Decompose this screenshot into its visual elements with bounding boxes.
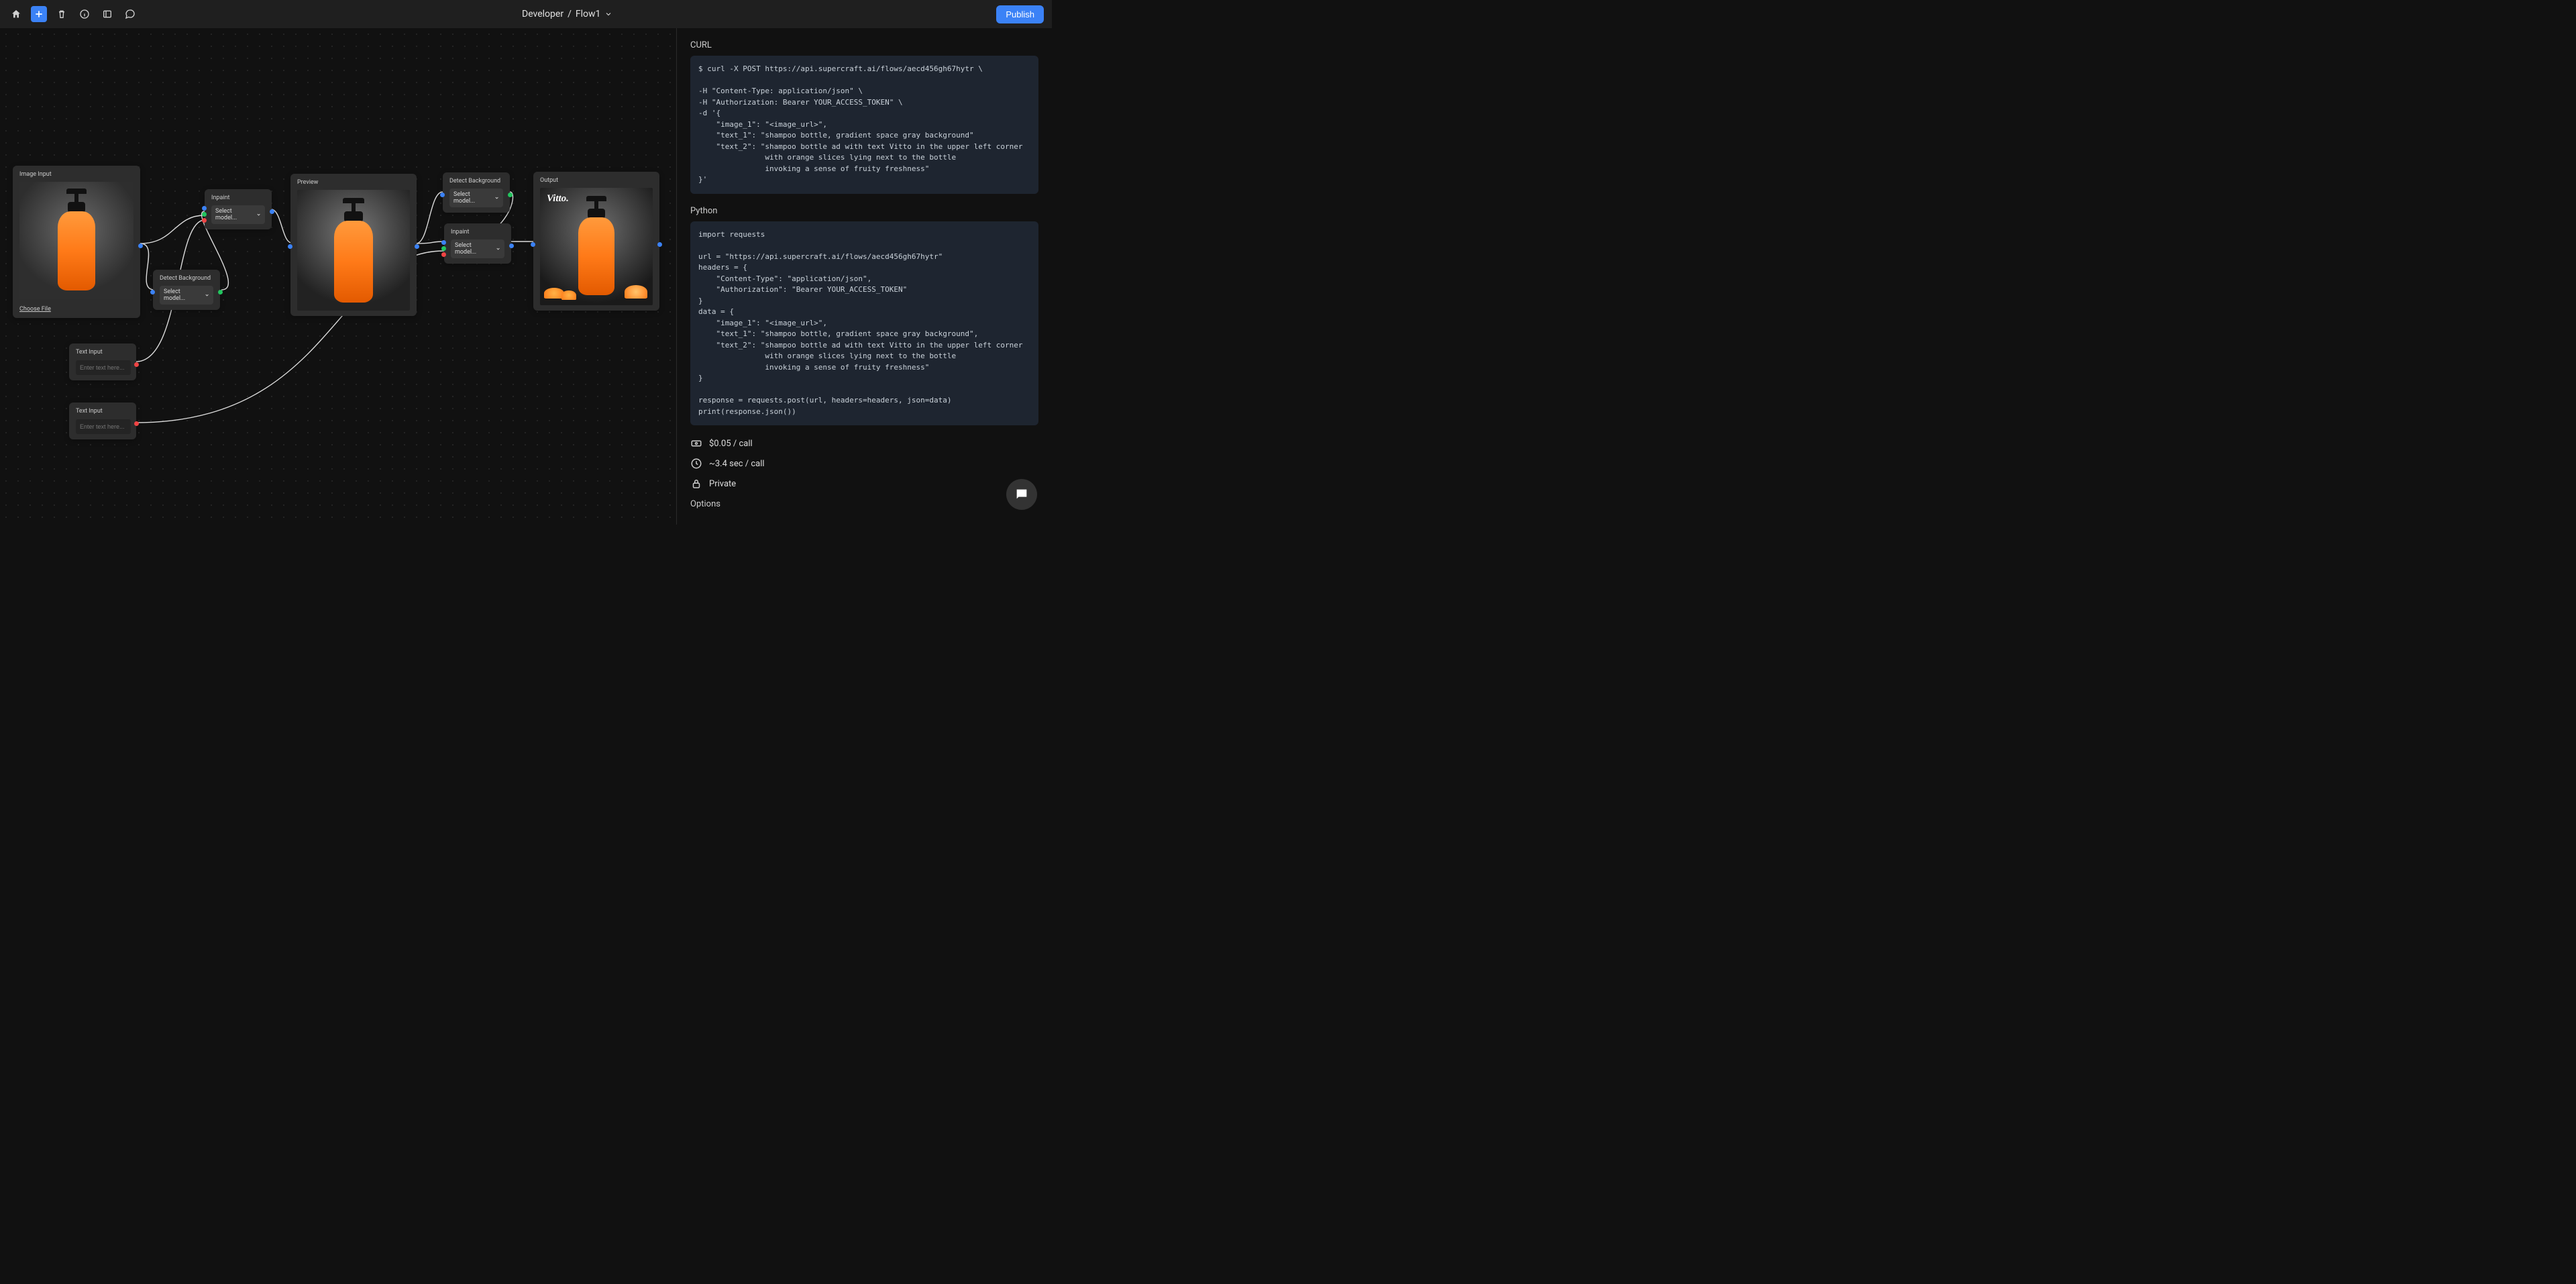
- lock-icon: [690, 478, 702, 490]
- breadcrumb[interactable]: Developer / Flow1: [522, 9, 612, 19]
- breadcrumb-flow: Flow1: [576, 9, 601, 19]
- meta-privacy: Private: [690, 478, 1038, 490]
- node-text-input-1[interactable]: Text Input: [69, 343, 136, 380]
- node-output[interactable]: Output Vitto.: [533, 172, 659, 311]
- node-title: Text Input: [76, 408, 129, 415]
- side-panel: CURL $ curl -X POST https://api.supercra…: [676, 28, 1052, 525]
- python-code-block[interactable]: import requests url = "https://api.super…: [690, 221, 1038, 426]
- node-title: Preview: [297, 179, 410, 186]
- breadcrumb-workspace: Developer: [522, 9, 564, 19]
- chevron-down-icon: [205, 292, 209, 298]
- node-title: Inpaint: [451, 229, 504, 235]
- output-port[interactable]: [508, 193, 513, 197]
- chevron-down-icon: [494, 195, 499, 201]
- publish-button[interactable]: Publish: [996, 5, 1044, 23]
- python-heading: Python: [690, 206, 1038, 216]
- select-model-dropdown[interactable]: Select model...: [211, 205, 265, 224]
- select-model-dropdown[interactable]: Select model...: [160, 286, 213, 305]
- chat-bubble-button[interactable]: [1006, 479, 1037, 510]
- input-port-image[interactable]: [202, 206, 207, 211]
- text-input-field[interactable]: [76, 360, 131, 375]
- node-inpaint-2[interactable]: Inpaint Select model...: [444, 223, 511, 264]
- input-port-mask[interactable]: [441, 246, 446, 251]
- output-port[interactable]: [134, 421, 139, 426]
- node-title: Inpaint: [211, 195, 265, 201]
- output-port[interactable]: [134, 362, 139, 367]
- output-port[interactable]: [218, 290, 223, 295]
- output-port[interactable]: [138, 244, 143, 248]
- output-port[interactable]: [509, 244, 514, 248]
- curl-heading: CURL: [690, 40, 1038, 50]
- node-image-input[interactable]: Image Input Choose File: [13, 166, 140, 318]
- node-inpaint-1[interactable]: Inpaint Select model...: [205, 189, 272, 229]
- input-port-text[interactable]: [441, 252, 446, 257]
- clock-icon: [690, 458, 702, 470]
- node-preview[interactable]: Preview: [290, 174, 417, 316]
- node-detect-bg-1[interactable]: Detect Background Select model...: [153, 270, 220, 310]
- choose-file-link[interactable]: Choose File: [19, 306, 133, 313]
- output-port[interactable]: [415, 244, 419, 249]
- curl-code-block[interactable]: $ curl -X POST https://api.supercraft.ai…: [690, 56, 1038, 194]
- home-icon[interactable]: [8, 6, 24, 22]
- input-port-mask[interactable]: [202, 212, 207, 217]
- node-title: Image Input: [19, 171, 133, 178]
- chevron-down-icon: [496, 246, 500, 252]
- text-input-field[interactable]: [76, 419, 131, 434]
- select-model-dropdown[interactable]: Select model...: [451, 239, 504, 258]
- meta-cost: $0.05 / call: [690, 437, 1038, 449]
- node-title: Output: [540, 177, 653, 184]
- output-port[interactable]: [657, 242, 662, 247]
- select-model-dropdown[interactable]: Select model...: [449, 189, 503, 207]
- add-icon[interactable]: [31, 6, 47, 22]
- chat-icon[interactable]: [122, 6, 138, 22]
- node-title: Detect Background: [160, 275, 213, 282]
- node-detect-bg-2[interactable]: Detect Background Select model...: [443, 172, 510, 213]
- info-icon[interactable]: [76, 6, 93, 22]
- options-heading: Options: [690, 499, 1038, 509]
- chevron-down-icon: [604, 10, 612, 18]
- input-port[interactable]: [440, 193, 445, 197]
- meta-latency: ~3.4 sec / call: [690, 458, 1038, 470]
- node-title: Text Input: [76, 349, 129, 356]
- topbar: Developer / Flow1 Publish: [0, 0, 1052, 28]
- money-icon: [690, 437, 702, 449]
- input-port-image[interactable]: [441, 240, 446, 245]
- input-port[interactable]: [150, 290, 155, 295]
- chat-icon: [1014, 487, 1029, 502]
- output-brand-text: Vitto.: [547, 193, 569, 205]
- canvas[interactable]: Image Input Choose File Inpaint Select m…: [0, 28, 676, 525]
- input-port[interactable]: [288, 244, 292, 249]
- node-text-input-2[interactable]: Text Input: [69, 403, 136, 439]
- output-port[interactable]: [270, 209, 274, 214]
- trash-icon[interactable]: [54, 6, 70, 22]
- chevron-down-icon: [256, 212, 261, 217]
- input-port[interactable]: [531, 242, 535, 247]
- input-port-text[interactable]: [202, 218, 207, 223]
- panel-toggle-icon[interactable]: [99, 6, 115, 22]
- node-title: Detect Background: [449, 178, 503, 184]
